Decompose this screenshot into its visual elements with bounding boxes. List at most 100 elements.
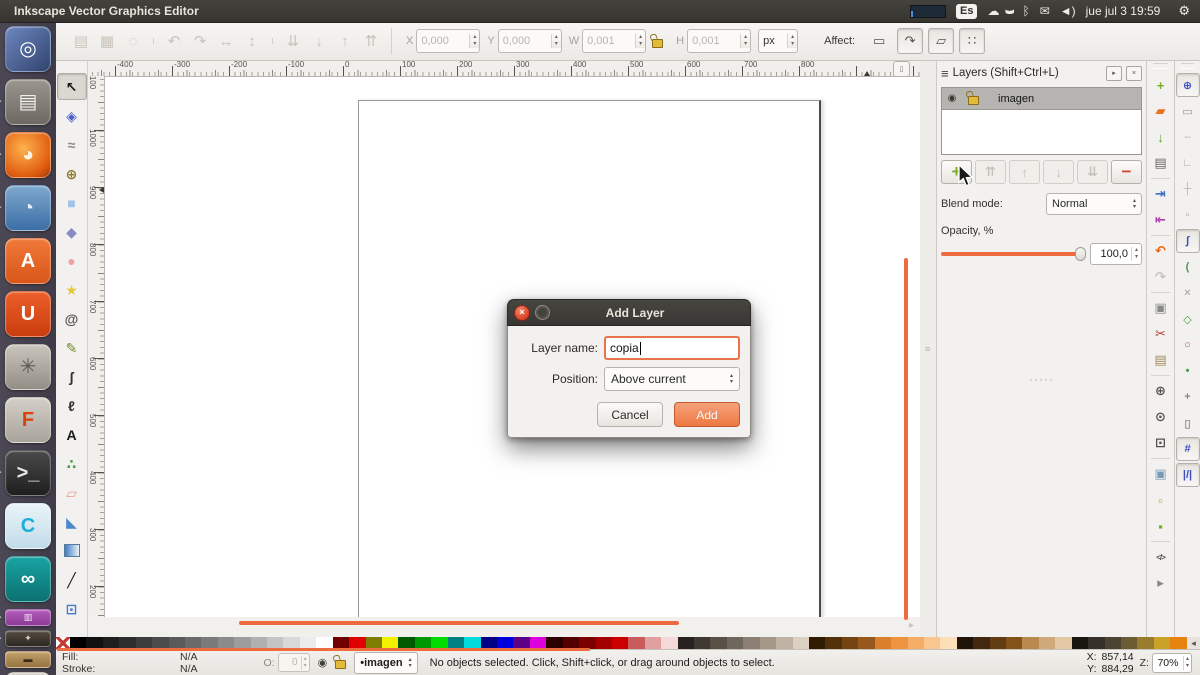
wifi-icon[interactable]: ))) <box>1004 10 1018 13</box>
tool-node-editor[interactable]: ◈ <box>57 102 87 129</box>
palette-swatch[interactable] <box>842 637 858 649</box>
panel-iconify-button[interactable]: ▸ <box>1106 66 1122 81</box>
snap-path-intersections[interactable]: × <box>1176 281 1200 305</box>
tool-pencil[interactable]: ✎ <box>57 334 87 361</box>
layer-name-input[interactable]: copia <box>604 336 740 360</box>
snap-grid[interactable]: # <box>1176 437 1200 461</box>
lower-layer-to-bottom-button[interactable]: ⇊ <box>1077 160 1108 184</box>
tool-eraser[interactable]: ▱ <box>57 479 87 506</box>
tool-connector[interactable]: ⊡ <box>57 595 87 622</box>
snap-bbox-corners[interactable]: ∟ <box>1176 151 1200 175</box>
palette-swatch[interactable] <box>924 637 940 649</box>
zoom-spinbox[interactable]: 70%▴▾ <box>1152 653 1192 673</box>
tool-star[interactable]: ★ <box>57 276 87 303</box>
tool-gradient[interactable] <box>57 537 87 564</box>
layer-visibility-eye-icon[interactable]: ◉ <box>942 93 962 104</box>
bar-handle[interactable] <box>1153 63 1168 69</box>
unit-stepper[interactable]: ▴▾ <box>787 34 797 48</box>
horizontal-scrollbar[interactable] <box>239 621 679 625</box>
opacity-stepper[interactable]: ▴▾ <box>1131 247 1141 261</box>
position-select[interactable]: Above current ▴▾ <box>604 367 740 391</box>
palette-swatch[interactable] <box>743 637 759 649</box>
launcher-item-firefox[interactable]: ◕‣ <box>5 132 51 178</box>
delete-layer-button[interactable]: − <box>1111 160 1142 184</box>
panel-splitter[interactable]: ≡ <box>920 60 936 637</box>
rotate-cw-icon[interactable]: ↷ <box>187 32 213 50</box>
palette-swatch[interactable] <box>825 637 841 649</box>
object-opacity-stepper[interactable]: ▴▾ <box>301 656 309 670</box>
layer-lock-toggle[interactable] <box>962 92 984 105</box>
x-field[interactable]: 0,000▴▾ <box>416 29 480 53</box>
horizontal-ruler[interactable]: -400-300-200-100010020030040050060070080… <box>88 60 920 77</box>
dialog-minimize-button[interactable] <box>535 305 550 320</box>
palette-scroll-left-icon[interactable]: ◂ <box>1187 637 1200 649</box>
tool-selector[interactable]: ↖ <box>57 73 87 100</box>
layer-row-imagen[interactable]: ◉ imagen <box>941 87 1142 110</box>
redo[interactable]: ↷ <box>1149 265 1173 289</box>
add-layer-button[interactable]: + <box>941 160 972 184</box>
palette-swatch[interactable] <box>875 637 891 649</box>
zoom-to-page[interactable]: ⊡ <box>1149 431 1173 455</box>
dialog-close-button[interactable]: × <box>514 305 530 321</box>
tool-dropper[interactable]: ╱ <box>57 566 87 593</box>
palette-swatch[interactable] <box>661 637 677 649</box>
opacity-slider[interactable] <box>941 252 1083 256</box>
scale-stroke-toggle[interactable]: ▭ <box>866 28 892 54</box>
launcher-item-purple-app[interactable]: ▥‣ <box>5 609 51 626</box>
cancel-button[interactable]: Cancel <box>597 402 663 427</box>
palette-swatch[interactable] <box>990 637 1006 649</box>
x-stepper[interactable]: ▴▾ <box>469 34 479 48</box>
palette-swatch[interactable] <box>809 637 825 649</box>
session-gear-icon[interactable]: ⚙ <box>1178 4 1190 18</box>
snap-bbox-edges[interactable]: ┄ <box>1176 125 1200 149</box>
dialog-titlebar[interactable]: × Add Layer <box>507 299 751 326</box>
panel-close-button[interactable]: × <box>1126 66 1142 81</box>
cut[interactable]: ✂ <box>1149 322 1173 346</box>
palette-swatch[interactable] <box>1121 637 1137 649</box>
palette-swatch[interactable] <box>727 637 743 649</box>
launcher-item-tan-app[interactable]: ▬ <box>5 651 51 668</box>
flip-vertical-icon[interactable]: ↕ <box>239 33 265 50</box>
raise-layer-button[interactable]: ↑ <box>1009 160 1040 184</box>
tool-calligraphy[interactable]: ℓ <box>57 392 87 419</box>
import-bitmap[interactable]: ⇥ <box>1149 182 1173 206</box>
palette-swatch[interactable] <box>957 637 973 649</box>
lower-to-bottom-icon[interactable]: ⇊ <box>280 32 306 50</box>
tool-spiral[interactable]: @ <box>57 305 87 332</box>
opacity-slider-thumb[interactable] <box>1075 247 1086 261</box>
print-document[interactable]: ▤ <box>1149 151 1173 175</box>
raise-to-top-icon[interactable]: ⇈ <box>358 32 384 50</box>
tool-rectangle[interactable]: ■ <box>57 189 87 216</box>
mail-icon[interactable]: ✉ <box>1040 4 1050 18</box>
zoom-to-selection[interactable]: ⊕ <box>1149 379 1173 403</box>
layer-visibility-eye-icon[interactable]: ◉ <box>318 656 328 669</box>
palette-swatch[interactable] <box>940 637 956 649</box>
palette-swatch[interactable] <box>1039 637 1055 649</box>
raise-layer-to-top-button[interactable]: ⇈ <box>975 160 1006 184</box>
ruler-corner-button[interactable]: ▯ <box>893 61 910 77</box>
snap-midpoints[interactable]: • <box>1176 359 1200 383</box>
layer-lock-toggle[interactable] <box>335 656 346 669</box>
launcher-item-c-editor[interactable]: C <box>5 503 51 549</box>
command-bar-overflow[interactable]: ▸ <box>1149 571 1173 595</box>
transform-corners-toggle[interactable]: ↷ <box>897 28 923 54</box>
lower-layer-button[interactable]: ↓ <box>1043 160 1074 184</box>
palette-swatch[interactable] <box>596 637 612 649</box>
palette-scrollbar[interactable] <box>57 648 590 651</box>
zoom-stepper[interactable]: ▴▾ <box>1183 656 1191 670</box>
tool-zoom[interactable]: ⊕ <box>57 160 87 187</box>
tool-bezier-pen[interactable]: ʃ <box>57 363 87 390</box>
snap-enable[interactable]: ⊕ <box>1176 73 1200 97</box>
launcher-item-arduino[interactable]: ∞ <box>5 556 51 602</box>
open-document[interactable]: ▰ <box>1149 99 1173 123</box>
object-opacity-spinbox[interactable]: 0▴▾ <box>278 653 310 672</box>
palette-swatch[interactable] <box>793 637 809 649</box>
launcher-item-dash-home[interactable]: ◎ <box>5 26 51 72</box>
palette-swatch[interactable] <box>1055 637 1071 649</box>
launcher-item-chromium[interactable]: ◔‣ <box>5 185 51 231</box>
layer-list-empty-area[interactable] <box>941 110 1142 155</box>
vertical-ruler[interactable]: 11001000900800700600500400300200 <box>88 76 105 617</box>
snap-bbox-edge-midpoints[interactable]: ┼ <box>1176 177 1200 201</box>
launcher-item-software-center[interactable]: A <box>5 238 51 284</box>
palette-swatch[interactable] <box>1072 637 1088 649</box>
